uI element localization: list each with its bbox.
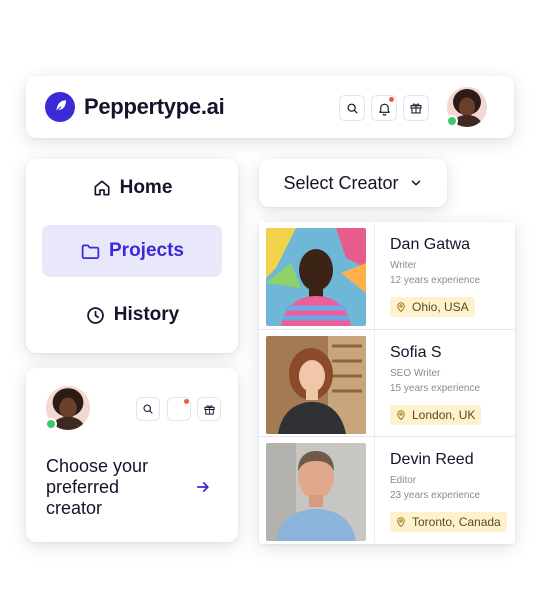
nav-item-projects[interactable]: Projects <box>42 225 222 277</box>
creator-card[interactable]: Devin Reed Editor 23 years experience To… <box>259 437 515 543</box>
choose-creator-card: Choose your preferred creator <box>26 368 238 542</box>
creator-role: Editor <box>390 475 417 486</box>
notification-dot <box>184 399 189 404</box>
nav-item-home[interactable]: Home <box>42 162 222 214</box>
gift-icon <box>203 404 215 415</box>
location-pin-icon <box>397 410 405 421</box>
creator-role: Writer <box>390 260 417 271</box>
creator-location: Ohio, USA <box>412 300 469 314</box>
folder-icon <box>81 244 100 259</box>
clock-icon <box>86 306 104 324</box>
location-pin-icon <box>397 517 405 528</box>
creator-location-badge: London, UK <box>390 405 482 425</box>
gift-button[interactable] <box>403 95 429 121</box>
nav-item-label: History <box>113 304 180 325</box>
feather-logo-icon <box>45 92 75 122</box>
arrow-right-icon[interactable] <box>194 478 212 496</box>
app-header: Peppertype.ai <box>26 76 514 138</box>
creator-photo <box>266 228 366 326</box>
creator-location: London, UK <box>412 408 476 422</box>
creator-experience: 12 years experience <box>390 275 481 286</box>
gift-button[interactable] <box>197 397 221 421</box>
online-status-dot <box>45 418 57 430</box>
creator-card[interactable]: Sofia S SEO Writer 15 years experience L… <box>259 330 515 436</box>
creator-experience: 23 years experience <box>390 490 481 501</box>
online-status-dot <box>446 115 458 127</box>
home-icon <box>94 180 110 196</box>
creator-experience: 15 years experience <box>390 383 481 394</box>
creator-name: Devin Reed <box>390 451 474 468</box>
sidebar-nav: Home Projects History <box>26 159 238 353</box>
creator-location: Toronto, Canada <box>412 515 501 529</box>
notifications-button[interactable] <box>371 95 397 121</box>
creator-photo <box>266 336 366 434</box>
location-pin-icon <box>397 302 405 313</box>
gift-icon <box>410 103 422 114</box>
creator-location-badge: Toronto, Canada <box>390 512 507 532</box>
nav-item-history[interactable]: History <box>42 289 222 341</box>
select-creator-dropdown[interactable]: Select Creator <box>259 159 447 207</box>
nav-item-label: Projects <box>109 240 184 261</box>
search-icon <box>143 404 153 414</box>
creator-photo <box>266 443 366 541</box>
creator-name: Sofia S <box>390 344 442 361</box>
bell-icon <box>378 103 390 116</box>
chevron-down-icon <box>411 180 420 186</box>
search-button[interactable] <box>339 95 365 121</box>
choose-creator-text: Choose your preferred creator <box>46 456 149 518</box>
creator-name: Dan Gatwa <box>390 236 471 253</box>
creator-card[interactable]: Dan Gatwa Writer 12 years experience Ohi… <box>259 222 515 328</box>
notification-dot <box>389 97 394 102</box>
creator-list: Dan Gatwa Writer 12 years experience Ohi… <box>259 222 515 544</box>
select-creator-label: Select Creator <box>283 172 399 193</box>
brand-name: Peppertype.ai <box>84 94 225 119</box>
search-button[interactable] <box>136 397 160 421</box>
creator-role: SEO Writer <box>390 368 441 379</box>
nav-item-label: Home <box>119 177 173 198</box>
search-icon <box>347 103 357 113</box>
creator-location-badge: Ohio, USA <box>390 297 475 317</box>
notifications-button[interactable] <box>167 397 191 421</box>
